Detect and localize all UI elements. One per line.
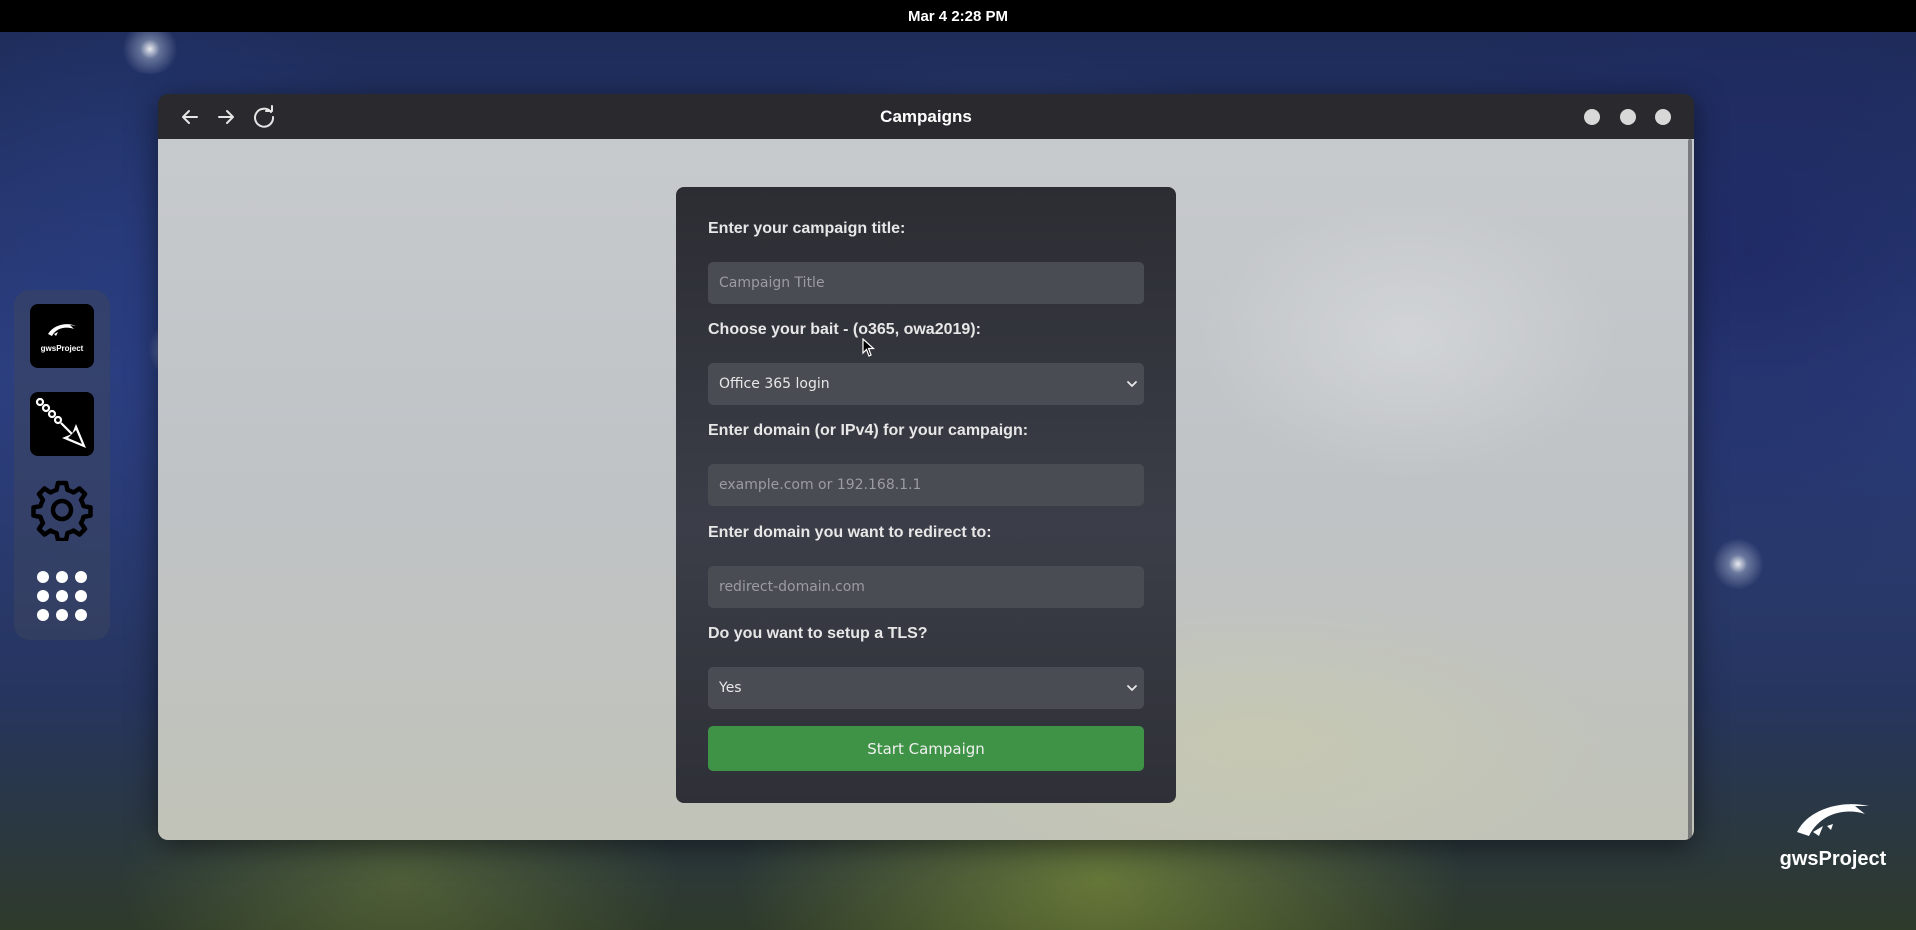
title-bar[interactable]: Campaigns (158, 94, 1694, 139)
dock-item-label: gwsProject (40, 343, 84, 353)
dock: gwsProject (14, 290, 110, 640)
scrollbar[interactable] (1688, 139, 1692, 840)
dock-item-apps[interactable] (30, 564, 94, 628)
window-title: Campaigns (880, 107, 972, 126)
redirect-label: Enter domain you want to redirect to: (708, 524, 992, 541)
chain-arrow-icon (35, 397, 86, 448)
tls-select[interactable]: Yes (708, 667, 1144, 709)
campaign-title-label: Enter your campaign title: (708, 220, 906, 237)
top-bar: Mar 4 2:28 PM (0, 0, 1916, 32)
clock[interactable]: Mar 4 2:28 PM (908, 8, 1008, 25)
dock-item-settings[interactable] (30, 478, 94, 542)
app-grid-icon (37, 571, 87, 621)
dock-item-gwsproject[interactable]: gwsProject (30, 304, 94, 368)
campaigns-window: Campaigns Enter your campaign title: Cho… (158, 94, 1694, 840)
page-content: Enter your campaign title: Choose your b… (158, 139, 1694, 840)
chevron-down-icon (1127, 381, 1137, 387)
minimize-button[interactable] (1584, 109, 1600, 125)
arrow-right-icon (218, 110, 234, 124)
brand-text: gwsProject (1779, 848, 1887, 870)
start-campaign-button[interactable]: Start Campaign (708, 726, 1144, 771)
chevron-down-icon (1127, 685, 1137, 691)
campaign-form: Enter your campaign title: Choose your b… (676, 187, 1176, 803)
mouse-cursor-icon (862, 338, 876, 357)
bait-selected-value: Office 365 login (719, 376, 830, 392)
gwsproject-logo-icon (1797, 804, 1869, 836)
reload-icon (254, 105, 275, 128)
tls-selected-value: Yes (719, 680, 742, 696)
tls-label: Do you want to setup a TLS? (708, 625, 928, 642)
background-orb (1712, 538, 1764, 590)
maximize-button[interactable] (1620, 109, 1636, 125)
redirect-domain-input[interactable] (708, 566, 1144, 608)
forward-button[interactable] (212, 103, 240, 131)
close-button[interactable] (1655, 109, 1671, 125)
reload-button[interactable] (250, 103, 278, 131)
bait-label: Choose your bait - (o365, owa2019): (708, 321, 981, 338)
gwsproject-logo-icon (48, 323, 76, 336)
bait-select[interactable]: Office 365 login (708, 363, 1144, 405)
dock-item-phishing-arrow[interactable] (30, 392, 94, 456)
arrow-left-icon (182, 110, 198, 124)
gear-icon (31, 480, 93, 541)
domain-input[interactable] (708, 464, 1144, 506)
domain-label: Enter domain (or IPv4) for your campaign… (708, 422, 1029, 439)
brand-watermark: gwsProject (1768, 796, 1898, 886)
back-button[interactable] (176, 103, 204, 131)
campaign-title-input[interactable] (708, 262, 1144, 304)
